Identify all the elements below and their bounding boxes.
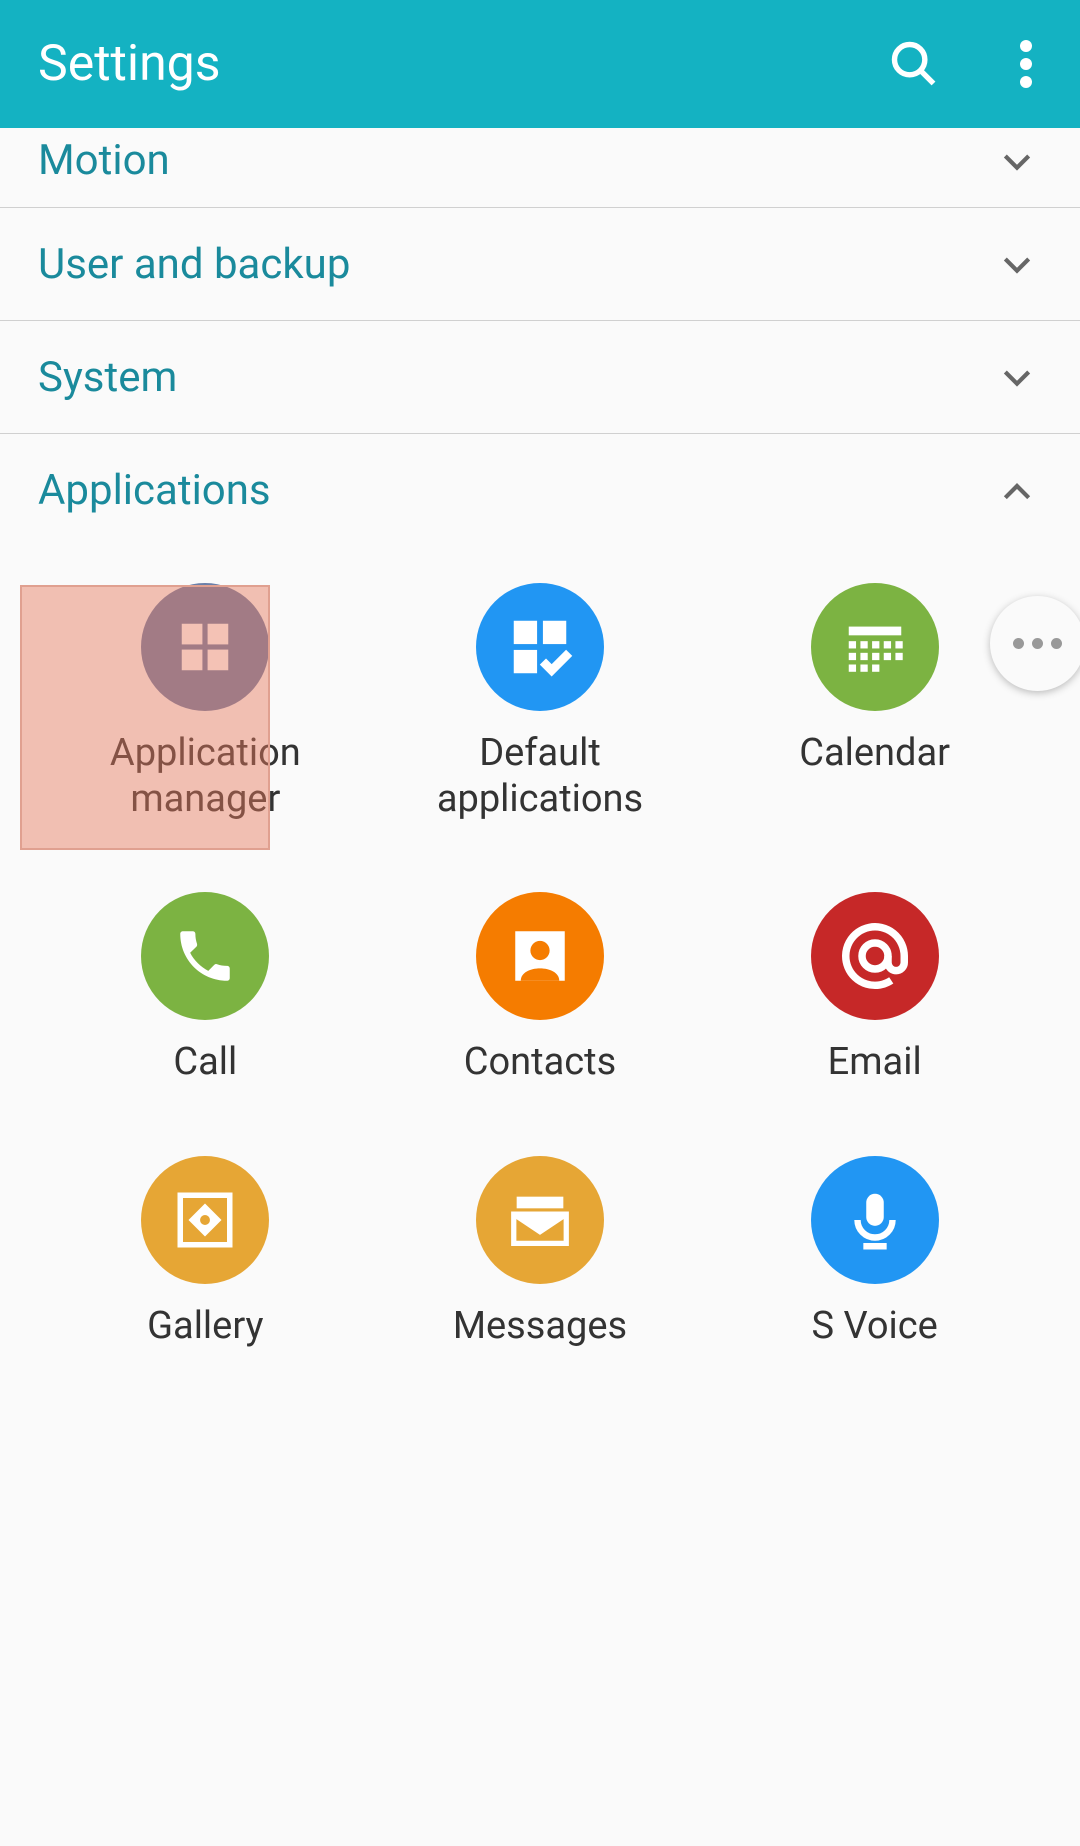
app-label: Contacts [464, 1040, 616, 1086]
app-label: Calendar [799, 731, 950, 777]
category-label: Applications [38, 466, 992, 515]
category-label: Motion [38, 136, 992, 185]
app-label: S Voice [812, 1304, 938, 1350]
more-options-icon[interactable] [1020, 40, 1032, 88]
app-label: Default applications [420, 731, 660, 822]
app-label: Gallery [147, 1304, 263, 1350]
category-applications-section: Applications Application manager Default… [0, 434, 1080, 1349]
category-user-backup[interactable]: User and backup [0, 208, 1080, 321]
category-motion[interactable]: Motion [0, 128, 1080, 208]
mic-icon [811, 1156, 939, 1284]
app-label: Email [828, 1040, 922, 1086]
search-icon[interactable] [888, 38, 940, 90]
app-messages[interactable]: Messages [373, 1156, 708, 1350]
dot-icon [1032, 638, 1043, 649]
category-label: System [38, 353, 992, 402]
at-icon [811, 892, 939, 1020]
floating-more-button[interactable] [990, 596, 1080, 691]
app-call[interactable]: Call [38, 892, 373, 1086]
chevron-down-icon [992, 136, 1042, 186]
app-label: Messages [453, 1304, 627, 1350]
app-email[interactable]: Email [707, 892, 1042, 1086]
envelope-icon [476, 1156, 604, 1284]
grid-icon [141, 583, 269, 711]
category-applications[interactable]: Applications [38, 434, 1042, 547]
calendar-icon [811, 583, 939, 711]
app-header: Settings [0, 0, 1080, 128]
app-label: Application manager [85, 731, 325, 822]
app-contacts[interactable]: Contacts [373, 892, 708, 1086]
grid-check-icon [476, 583, 604, 711]
category-system[interactable]: System [0, 321, 1080, 434]
app-label: Call [173, 1040, 237, 1086]
app-s-voice[interactable]: S Voice [707, 1156, 1042, 1350]
chevron-down-icon [992, 352, 1042, 402]
app-gallery[interactable]: Gallery [38, 1156, 373, 1350]
app-calendar[interactable]: Calendar [707, 583, 1042, 822]
dot-icon [1013, 638, 1024, 649]
page-title: Settings [38, 35, 888, 93]
header-actions [888, 38, 1032, 90]
category-label: User and backup [38, 240, 992, 289]
applications-grid: Application manager Default applications… [38, 583, 1042, 1349]
chevron-up-icon [992, 466, 1042, 516]
chevron-down-icon [992, 239, 1042, 289]
dot-icon [1051, 638, 1062, 649]
phone-icon [141, 892, 269, 1020]
contact-icon [476, 892, 604, 1020]
gallery-icon [141, 1156, 269, 1284]
app-default-applications[interactable]: Default applications [373, 583, 708, 822]
app-application-manager[interactable]: Application manager [38, 583, 373, 822]
